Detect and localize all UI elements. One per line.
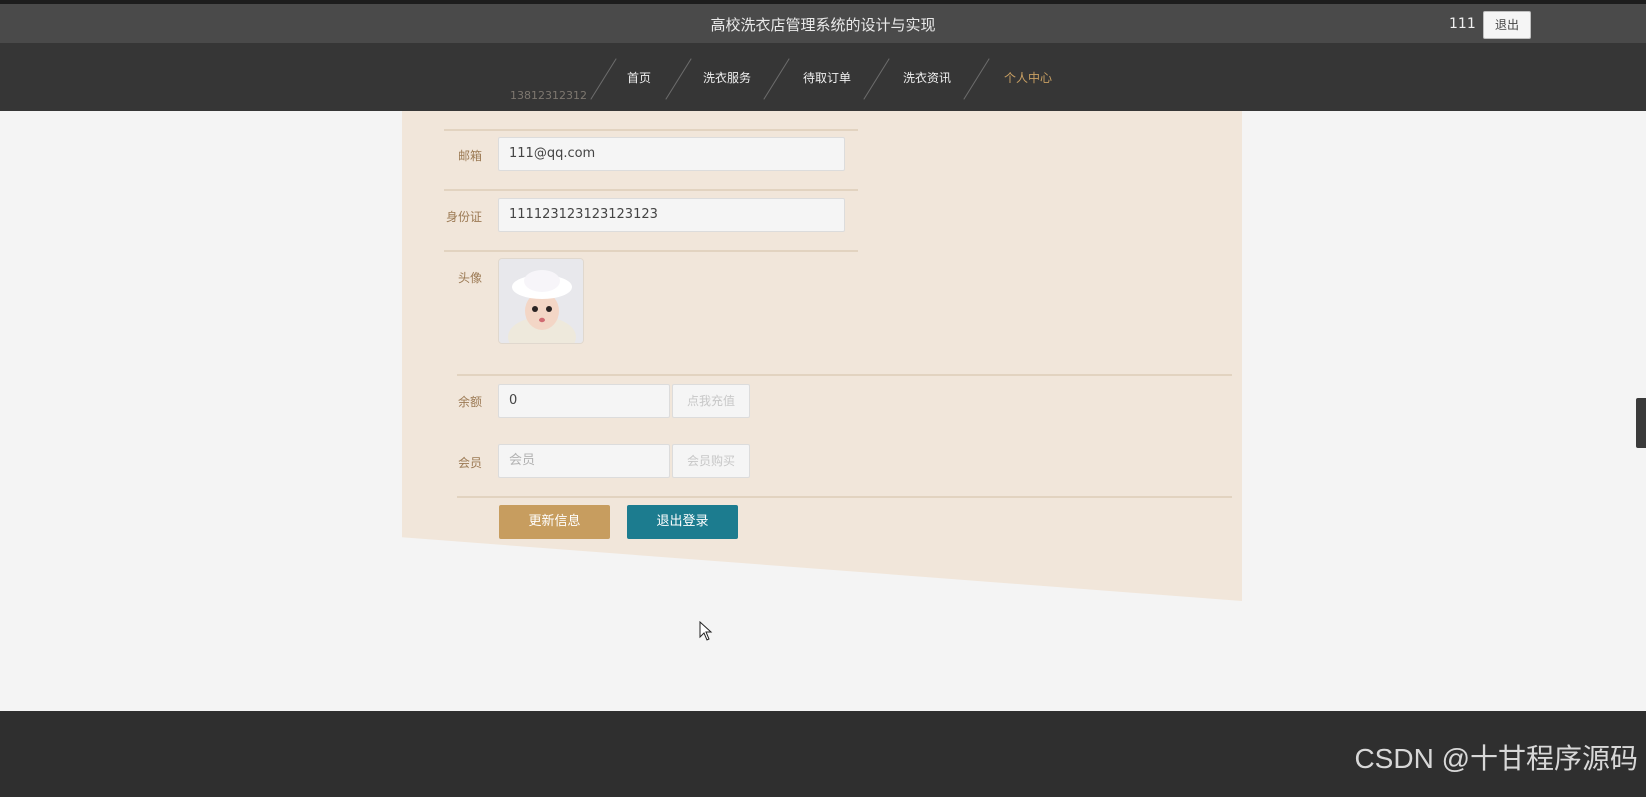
nav-divider [590, 58, 617, 100]
nav-item-pending-orders[interactable]: 待取订单 [803, 69, 851, 87]
balance-field[interactable]: 0 [498, 384, 670, 418]
top-logout-button[interactable]: 退出 [1483, 11, 1531, 39]
nav-divider [963, 58, 990, 100]
nav-divider [763, 58, 790, 100]
row-separator [444, 129, 858, 131]
nav-divider [665, 58, 692, 100]
avatar-image [499, 259, 583, 343]
nav-item-personal-center[interactable]: 个人中心 [1004, 69, 1052, 87]
balance-label: 余额 [457, 395, 482, 409]
member-label: 会员 [457, 456, 482, 470]
avatar[interactable] [498, 258, 584, 344]
scroll-to-top-handle[interactable] [1636, 398, 1646, 448]
current-user: 111 [1449, 16, 1476, 32]
recharge-button[interactable]: 点我充值 [672, 384, 750, 418]
nav-item-laundry-service[interactable]: 洗衣服务 [703, 69, 751, 87]
nav-item-home[interactable]: 首页 [627, 69, 651, 87]
row-separator [457, 496, 1232, 498]
top-bar: 高校洗衣店管理系统的设计与实现 111 退出 [0, 0, 1646, 43]
logout-button[interactable]: 退出登录 [627, 505, 738, 539]
avatar-label: 头像 [457, 271, 482, 285]
row-separator [457, 374, 1232, 376]
id-card-label: 身份证 [445, 210, 482, 224]
watermark-text: CSDN @十甘程序源码 [1354, 743, 1638, 774]
id-card-field[interactable]: 111123123123123123 [498, 198, 845, 232]
update-info-button[interactable]: 更新信息 [499, 505, 610, 539]
email-field[interactable]: 111@qq.com [498, 137, 845, 171]
main-nav: 首页 洗衣服务 待取订单 洗衣资讯 个人中心 13812312312 [0, 43, 1646, 111]
member-purchase-button[interactable]: 会员购买 [672, 444, 750, 478]
email-label: 邮箱 [457, 149, 482, 163]
page-footer: CSDN @十甘程序源码 [0, 711, 1646, 797]
nav-divider [863, 58, 890, 100]
member-field[interactable]: 会员 [498, 444, 670, 478]
nav-item-laundry-news[interactable]: 洗衣资讯 [903, 69, 951, 87]
mouse-cursor-icon [699, 620, 713, 645]
site-title: 高校洗衣店管理系统的设计与实现 [710, 16, 936, 34]
phone-value-partial: 13812312312 [510, 89, 587, 102]
row-separator [444, 250, 858, 252]
row-separator [444, 189, 858, 191]
